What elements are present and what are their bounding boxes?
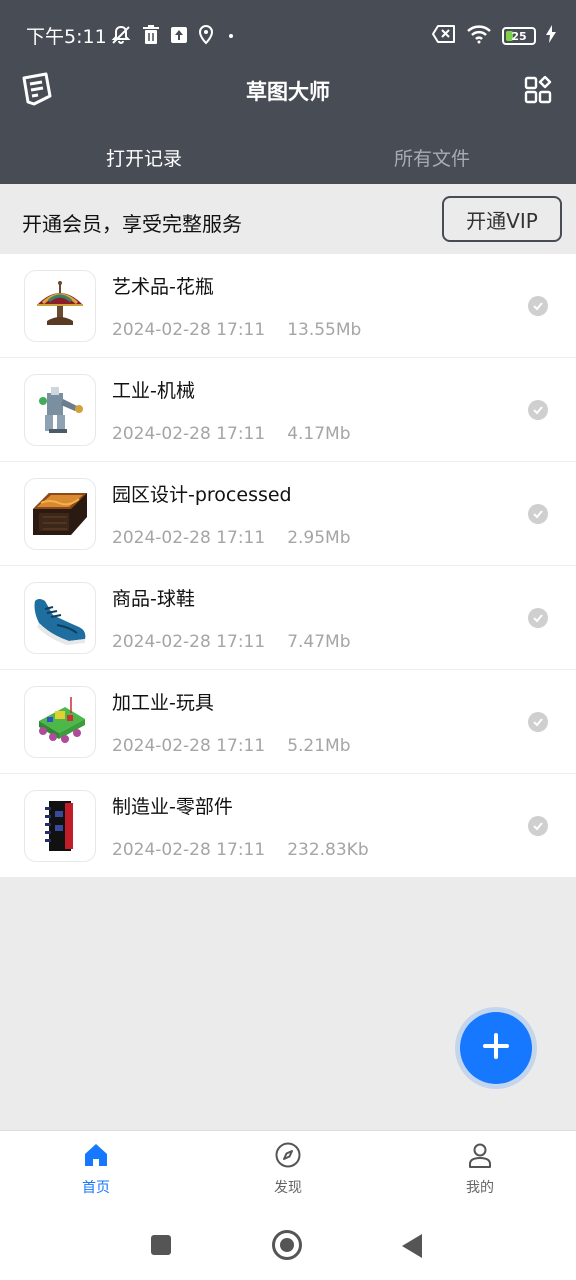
check-icon[interactable] [528,712,548,732]
status-time: 下午5:11 [26,26,107,48]
title-bar: 草图大师 [0,72,576,112]
nav-discover-label: 发现 [274,1180,302,1196]
file-list-item[interactable]: 园区设计-processed 2024-02-28 17:11 2.95Mb [0,462,576,566]
check-icon[interactable] [528,816,548,836]
plus-icon [480,1030,512,1066]
vip-banner: 开通会员，享受完整服务 开通VIP [0,184,576,254]
park-model-thumbnail [24,478,96,550]
upload-icon [170,26,188,48]
file-name: 艺术品-花瓶 [112,276,214,298]
tab-all-files[interactable]: 所有文件 [288,130,576,182]
dot-icon [224,28,238,47]
recents-icon[interactable] [151,1235,171,1255]
battery-icon: 25 [502,27,536,45]
vip-promo-text: 开通会员，享受完整服务 [22,212,242,236]
file-date: 2024-02-28 17:11 [112,632,266,652]
nav-home-label: 首页 [82,1180,110,1196]
wifi-icon [466,24,492,48]
status-bar: 下午5:11 25 [0,0,576,72]
file-date: 2024-02-28 17:11 [112,840,266,860]
file-name: 园区设计-processed [112,484,292,506]
file-list-item[interactable]: 制造业-零部件 2024-02-28 17:11 232.83Kb [0,774,576,878]
file-list: 艺术品-花瓶 2024-02-28 17:11 13.55Mb 工业-机械 20… [0,254,576,878]
file-list-item[interactable]: 商品-球鞋 2024-02-28 17:11 7.47Mb [0,566,576,670]
file-date: 2024-02-28 17:11 [112,424,266,444]
bottom-nav: 首页 发现 我的 [0,1130,576,1204]
file-size: 2.95Mb [287,528,351,548]
app-header: 下午5:11 25 草图大师 打开记录 所有文件 [0,0,576,184]
location-icon [198,24,214,49]
machine-model-thumbnail [24,374,96,446]
nav-discover[interactable]: 发现 [192,1131,384,1204]
check-icon[interactable] [528,296,548,316]
tab-bar: 打开记录 所有文件 [0,130,576,182]
trash-icon [142,25,160,49]
check-icon[interactable] [528,400,548,420]
toy-model-thumbnail [24,686,96,758]
app-title: 草图大师 [246,80,330,104]
check-icon[interactable] [528,608,548,628]
add-file-button[interactable] [460,1012,532,1084]
sneaker-model-thumbnail [24,582,96,654]
file-name: 商品-球鞋 [112,588,195,610]
file-size: 7.47Mb [287,632,351,652]
file-list-item[interactable]: 加工业-玩具 2024-02-28 17:11 5.21Mb [0,670,576,774]
file-date: 2024-02-28 17:11 [112,736,266,756]
back-icon[interactable] [402,1234,422,1258]
system-nav-bar [0,1204,576,1280]
nav-profile[interactable]: 我的 [384,1131,576,1204]
compass-icon [274,1141,302,1173]
file-list-item[interactable]: 工业-机械 2024-02-28 17:11 4.17Mb [0,358,576,462]
nav-home[interactable]: 首页 [0,1131,192,1204]
apps-grid-icon[interactable] [524,75,552,108]
notifications-muted-icon [110,24,132,50]
file-size: 4.17Mb [287,424,351,444]
user-icon [466,1141,494,1173]
file-size: 5.21Mb [287,736,351,756]
file-name: 工业-机械 [112,380,195,402]
file-name: 制造业-零部件 [112,796,233,818]
home-icon [82,1141,110,1173]
charging-icon [546,25,556,47]
file-date: 2024-02-28 17:11 [112,528,266,548]
open-vip-button[interactable]: 开通VIP [442,196,562,242]
file-size: 13.55Mb [287,320,362,340]
nav-profile-label: 我的 [466,1180,494,1196]
tab-open-records[interactable]: 打开记录 [0,130,288,182]
file-size: 232.83Kb [287,840,369,860]
lamp-model-thumbnail [24,270,96,342]
no-sim-icon [432,24,456,48]
file-list-item[interactable]: 艺术品-花瓶 2024-02-28 17:11 13.55Mb [0,254,576,358]
file-name: 加工业-玩具 [112,692,214,714]
battery-level: 25 [511,29,527,43]
app-root: 下午5:11 25 草图大师 打开记录 所有文件 开通会员，享受完整服务 开通V… [0,0,576,1280]
file-date: 2024-02-28 17:11 [112,320,266,340]
check-icon[interactable] [528,504,548,524]
parts-model-thumbnail [24,790,96,862]
home-button-icon[interactable] [272,1230,302,1260]
